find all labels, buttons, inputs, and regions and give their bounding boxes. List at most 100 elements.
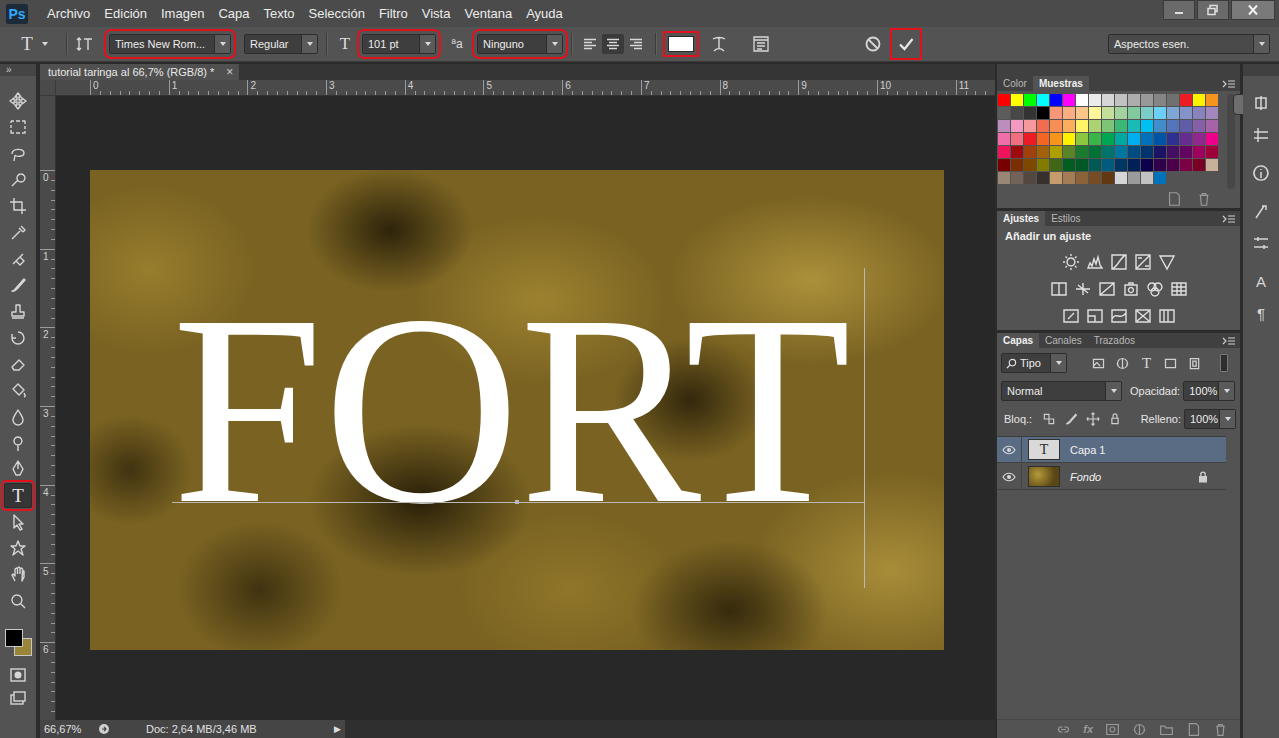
- adjustment-icon[interactable]: [1062, 253, 1080, 271]
- swatch[interactable]: [1128, 172, 1140, 184]
- swatch[interactable]: [1076, 159, 1088, 171]
- swatch[interactable]: [1128, 94, 1140, 106]
- swatch[interactable]: [1102, 120, 1114, 132]
- swatch[interactable]: [1206, 159, 1218, 171]
- swatch[interactable]: [1037, 107, 1049, 119]
- layer-action-icon[interactable]: [1105, 722, 1120, 737]
- swatch[interactable]: [1167, 107, 1179, 119]
- swatch[interactable]: [1037, 133, 1049, 145]
- adjustment-icon[interactable]: [1062, 307, 1080, 325]
- swatch[interactable]: [1206, 146, 1218, 158]
- panel-tab[interactable]: Trazados: [1088, 333, 1141, 348]
- collapse-toggle[interactable]: »: [0, 64, 36, 76]
- swatch[interactable]: [1193, 133, 1205, 145]
- filter-button[interactable]: [1185, 354, 1204, 373]
- layer-action-icon[interactable]: [1213, 722, 1228, 737]
- swatch[interactable]: [1102, 107, 1114, 119]
- menu-item[interactable]: Ventana: [457, 4, 519, 24]
- swatch[interactable]: [1050, 159, 1062, 171]
- swatch[interactable]: [1115, 172, 1127, 184]
- tool-button[interactable]: [4, 431, 32, 455]
- swatch[interactable]: [1154, 159, 1166, 171]
- swatch[interactable]: [1193, 94, 1205, 106]
- lock-option-icon[interactable]: [1042, 412, 1056, 426]
- swatch[interactable]: [1206, 107, 1218, 119]
- swatch[interactable]: [1076, 94, 1088, 106]
- swatch[interactable]: [1154, 146, 1166, 158]
- visibility-toggle[interactable]: [997, 464, 1022, 489]
- baseline-handle[interactable]: [515, 500, 519, 504]
- layer-action-icon[interactable]: [1056, 722, 1071, 737]
- swatch[interactable]: [1102, 94, 1114, 106]
- adjustment-icon[interactable]: [1098, 280, 1116, 298]
- layer-row[interactable]: T Capa 1: [997, 437, 1226, 463]
- visibility-toggle[interactable]: [997, 437, 1022, 462]
- document-image[interactable]: FORT: [90, 170, 944, 650]
- adjustment-icon[interactable]: [1134, 307, 1152, 325]
- swatch[interactable]: [1063, 159, 1075, 171]
- swatch[interactable]: [1089, 107, 1101, 119]
- adjustment-icon[interactable]: [1074, 280, 1092, 298]
- text-color-swatch[interactable]: [668, 36, 694, 52]
- tool-button[interactable]: [4, 115, 32, 139]
- swatch[interactable]: [1115, 107, 1127, 119]
- font-size-dropdown[interactable]: 101 pt: [362, 34, 436, 54]
- minimize-button[interactable]: [1163, 0, 1195, 20]
- menu-item[interactable]: Vista: [415, 4, 458, 24]
- swatch[interactable]: [1206, 133, 1218, 145]
- swatch[interactable]: [1050, 120, 1062, 132]
- text-layer[interactable]: FORT: [172, 274, 944, 546]
- swatch[interactable]: [998, 159, 1010, 171]
- menu-item[interactable]: Edición: [97, 4, 154, 24]
- panel-tab[interactable]: Estilos: [1045, 211, 1086, 226]
- swatch[interactable]: [1180, 107, 1192, 119]
- character-panel-icon[interactable]: [751, 35, 771, 53]
- align-button[interactable]: [602, 34, 624, 54]
- lock-option-icon[interactable]: [1086, 412, 1100, 426]
- swatch[interactable]: [1154, 172, 1166, 184]
- panel-menu-icon[interactable]: [1222, 214, 1236, 224]
- swatch[interactable]: [1089, 120, 1101, 132]
- filter-button[interactable]: [1113, 354, 1132, 373]
- swatch[interactable]: [1167, 159, 1179, 171]
- cancel-button[interactable]: [863, 34, 883, 54]
- lock-option-icon[interactable]: [1064, 412, 1078, 426]
- panel-button[interactable]: [1248, 122, 1274, 148]
- swatch[interactable]: [1024, 133, 1036, 145]
- tool-button[interactable]: [4, 299, 32, 323]
- menu-item[interactable]: Texto: [256, 4, 301, 24]
- swatch[interactable]: [1089, 159, 1101, 171]
- swatch[interactable]: [1024, 146, 1036, 158]
- swatch[interactable]: [1037, 94, 1049, 106]
- swatch[interactable]: [998, 94, 1010, 106]
- swatch[interactable]: [1024, 172, 1036, 184]
- swatch[interactable]: [1011, 107, 1023, 119]
- swatch[interactable]: [1102, 159, 1114, 171]
- swatch[interactable]: [1037, 146, 1049, 158]
- align-button[interactable]: [625, 34, 647, 54]
- swatch[interactable]: [1180, 159, 1192, 171]
- filter-button[interactable]: T: [1137, 354, 1156, 373]
- swatch[interactable]: [1050, 133, 1062, 145]
- scrollbar[interactable]: [1227, 94, 1235, 189]
- panel-tab[interactable]: Color: [997, 76, 1033, 91]
- swatch[interactable]: [1154, 120, 1166, 132]
- swatch[interactable]: [1141, 146, 1153, 158]
- tool-preset-picker[interactable]: T: [18, 33, 58, 55]
- swatch[interactable]: [1115, 120, 1127, 132]
- menu-item[interactable]: Filtro: [372, 4, 415, 24]
- document-tab[interactable]: tutorial taringa al 66,7% (RGB/8) * ×: [40, 64, 239, 80]
- swatch[interactable]: [1128, 133, 1140, 145]
- adjustment-icon[interactable]: [1170, 280, 1188, 298]
- swatch[interactable]: [998, 133, 1010, 145]
- panel-menu-icon[interactable]: [1222, 336, 1236, 346]
- swatch[interactable]: [1076, 133, 1088, 145]
- tool-button[interactable]: [4, 273, 32, 297]
- swatch[interactable]: [1063, 133, 1075, 145]
- new-swatch-icon[interactable]: [1166, 191, 1182, 207]
- commit-button[interactable]: [895, 33, 917, 55]
- layer-row[interactable]: Fondo: [997, 464, 1226, 490]
- swatch[interactable]: [1011, 146, 1023, 158]
- swatch[interactable]: [1154, 94, 1166, 106]
- tool-button[interactable]: [4, 352, 32, 376]
